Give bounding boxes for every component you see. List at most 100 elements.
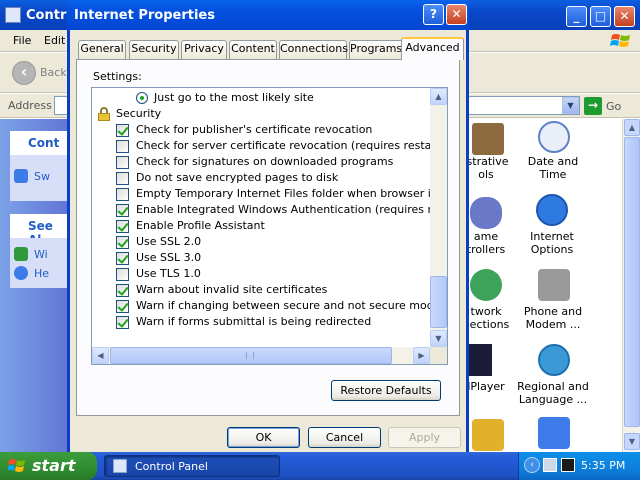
tray-expand-icon[interactable]: ‹ bbox=[524, 457, 540, 473]
settings-vertical-scrollbar[interactable]: ▲ ▼ bbox=[430, 88, 447, 347]
checkbox[interactable] bbox=[116, 204, 129, 217]
item-phone-and-modem[interactable]: Phone and Modem ... bbox=[513, 305, 593, 331]
minimize-icon[interactable]: _ bbox=[566, 6, 587, 27]
start-button[interactable]: start bbox=[0, 452, 97, 480]
setting-row[interactable]: Warn if changing between secure and not … bbox=[92, 298, 440, 314]
administrative-tools-icon bbox=[472, 123, 504, 155]
tab-privacy[interactable]: Privacy bbox=[181, 40, 227, 59]
windows-update-icon bbox=[14, 247, 28, 261]
setting-row[interactable]: Just go to the most likely site bbox=[92, 90, 430, 106]
tab-programs[interactable]: Programs bbox=[349, 40, 403, 59]
radio-button[interactable] bbox=[136, 92, 148, 104]
setting-label: Enable Integrated Windows Authentication… bbox=[136, 203, 448, 216]
maximize-icon[interactable]: □ bbox=[590, 6, 611, 27]
tab-strip: General Security Privacy Content Connect… bbox=[76, 37, 464, 60]
setting-row[interactable]: Check for publisher's certificate revoca… bbox=[92, 122, 430, 138]
setting-row[interactable]: Check for signatures on downloaded progr… bbox=[92, 154, 430, 170]
settings-label: Settings: bbox=[93, 70, 142, 83]
clock-icon bbox=[538, 121, 570, 153]
setting-row[interactable]: Warn if forms submittal is being redirec… bbox=[92, 314, 430, 330]
checkbox[interactable] bbox=[116, 316, 129, 329]
setting-row[interactable]: Use TLS 1.0 bbox=[92, 266, 430, 282]
clock[interactable]: 5:35 PM bbox=[581, 459, 625, 472]
network-icon[interactable] bbox=[543, 458, 557, 472]
taskbar-item-control-panel[interactable]: Control Panel bbox=[104, 455, 280, 477]
setting-label: Use TLS 1.0 bbox=[136, 267, 201, 280]
dialog-close-icon[interactable]: ✕ bbox=[446, 4, 467, 25]
checkbox[interactable] bbox=[116, 124, 129, 137]
cancel-button[interactable]: Cancel bbox=[308, 427, 381, 448]
checkbox[interactable] bbox=[116, 268, 129, 281]
checkbox[interactable] bbox=[116, 172, 129, 185]
checkbox[interactable] bbox=[116, 284, 129, 297]
checkbox[interactable] bbox=[116, 188, 129, 201]
vertical-scroll-thumb[interactable] bbox=[430, 276, 447, 328]
checkbox[interactable] bbox=[116, 236, 129, 249]
dialog-title-bar[interactable]: Internet Properties ? ✕ bbox=[67, 0, 469, 30]
scroll-up-icon[interactable]: ▲ bbox=[624, 119, 640, 136]
item-internet-options[interactable]: Internet Options bbox=[512, 230, 592, 256]
checkbox[interactable] bbox=[116, 252, 129, 265]
scroll-left-icon[interactable]: ◀ bbox=[92, 347, 109, 364]
scroll-down-icon[interactable]: ▼ bbox=[430, 330, 447, 347]
see-also-link-windows[interactable]: Wi bbox=[34, 248, 48, 261]
setting-label: Warn if forms submittal is being redirec… bbox=[136, 315, 372, 328]
setting-row[interactable]: Empty Temporary Internet Files folder wh… bbox=[92, 186, 447, 202]
control-panel-items: istrative ols Date and Time ame trollers… bbox=[463, 119, 622, 452]
item-regional-and-language[interactable]: Regional and Language ... bbox=[513, 380, 593, 406]
lock-icon bbox=[98, 107, 110, 121]
tab-security[interactable]: Security bbox=[129, 40, 179, 59]
internet-properties-dialog: Internet Properties ? ✕ General Security… bbox=[67, 0, 469, 456]
checkbox[interactable] bbox=[116, 300, 129, 313]
restore-defaults-button[interactable]: Restore Defaults bbox=[331, 380, 441, 401]
tray-app-icon[interactable] bbox=[561, 458, 575, 472]
settings-horizontal-scrollbar[interactable]: ◀ ▶ bbox=[92, 347, 430, 364]
checkbox[interactable] bbox=[116, 156, 129, 169]
setting-row[interactable]: Warn about invalid site certificates bbox=[92, 282, 430, 298]
checkbox[interactable] bbox=[116, 220, 129, 233]
scroll-right-icon[interactable]: ▶ bbox=[413, 347, 430, 364]
setting-label: Warn if changing between secure and not … bbox=[136, 299, 441, 312]
horizontal-scroll-thumb[interactable] bbox=[110, 347, 392, 364]
menu-file[interactable]: File bbox=[13, 34, 31, 47]
setting-row[interactable]: Do not save encrypted pages to disk bbox=[92, 170, 430, 186]
tab-content[interactable]: Content bbox=[229, 40, 277, 59]
side-pane: Cont Sw See Al Wi He bbox=[0, 119, 68, 452]
go-arrow-icon: → bbox=[584, 97, 602, 115]
switch-view-link[interactable]: Sw bbox=[34, 170, 50, 183]
setting-label: Just go to the most likely site bbox=[154, 91, 314, 104]
tab-general[interactable]: General bbox=[78, 40, 126, 59]
chevron-down-icon[interactable]: ▼ bbox=[562, 97, 579, 114]
help-icon[interactable]: ? bbox=[423, 4, 444, 25]
tab-advanced[interactable]: Advanced bbox=[401, 37, 464, 60]
scroll-thumb[interactable] bbox=[624, 137, 640, 427]
setting-row[interactable]: Use SSL 2.0 bbox=[92, 234, 430, 250]
tab-connections[interactable]: Connections bbox=[279, 40, 348, 59]
dialog-body: General Security Privacy Content Connect… bbox=[70, 30, 466, 453]
apply-button[interactable]: Apply bbox=[388, 427, 461, 448]
close-icon[interactable]: ✕ bbox=[614, 6, 635, 27]
phone-modem-icon bbox=[538, 269, 570, 301]
control-panel-scrollbar[interactable]: ▲ ▼ bbox=[622, 119, 640, 452]
setting-label: Check for signatures on downloaded progr… bbox=[136, 155, 394, 168]
setting-row[interactable]: Check for server certificate revocation … bbox=[92, 138, 445, 154]
network-connections-icon bbox=[470, 269, 502, 301]
taskbar-item-label: Control Panel bbox=[135, 460, 208, 473]
checkbox[interactable] bbox=[116, 140, 129, 153]
setting-row[interactable]: Enable Integrated Windows Authentication… bbox=[92, 202, 447, 218]
scroll-up-icon[interactable]: ▲ bbox=[430, 88, 447, 105]
see-also-heading[interactable]: See Al bbox=[10, 214, 68, 247]
task-pane-heading[interactable]: Cont bbox=[10, 131, 68, 155]
menu-edit[interactable]: Edit bbox=[44, 34, 65, 47]
item-date-and-time[interactable]: Date and Time bbox=[513, 155, 593, 181]
setting-label: Empty Temporary Internet Files folder wh… bbox=[136, 187, 448, 200]
setting-row[interactable]: Use SSL 3.0 bbox=[92, 250, 430, 266]
scroll-down-icon[interactable]: ▼ bbox=[624, 433, 640, 450]
settings-tree[interactable]: Just go to the most likely site Security… bbox=[91, 87, 448, 365]
setting-row[interactable]: Enable Profile Assistant bbox=[92, 218, 430, 234]
ok-button[interactable]: OK bbox=[227, 427, 300, 448]
control-panel-icon bbox=[113, 459, 127, 473]
see-also-link-help[interactable]: He bbox=[34, 267, 49, 280]
address-label: Address bbox=[8, 99, 52, 112]
security-center-icon bbox=[538, 417, 570, 449]
